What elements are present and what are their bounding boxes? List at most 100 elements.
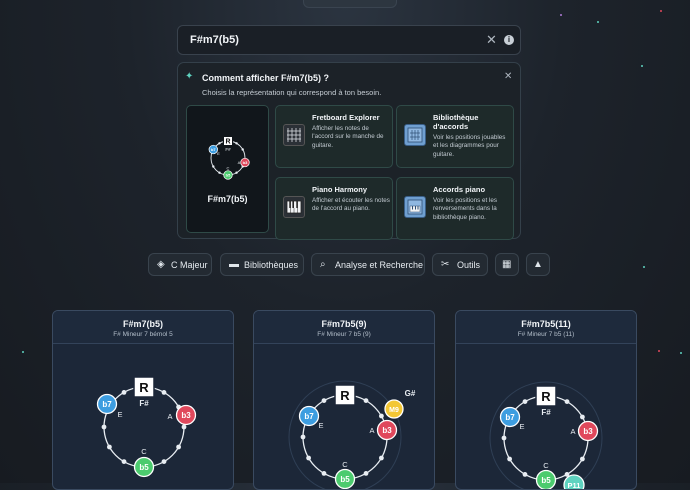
libraries-label: Bibliothèques [244,260,299,270]
svg-text:b5: b5 [541,476,551,485]
root-note: F# [139,399,149,408]
chord-card-header: F#m7(b5) F# Mineur 7 bémol 5 [53,311,233,344]
svg-text:b3: b3 [583,427,593,436]
b3-note: A [167,412,172,421]
star-dot [643,266,645,268]
star-dot [641,65,643,67]
chord-preview-label: F#m7(b5) [207,194,248,204]
svg-text:C: C [227,166,230,171]
layers-icon: ◈ [157,259,165,270]
search-icon: ⌕ [320,259,326,270]
option-title: Accords piano [433,185,486,194]
chord-card[interactable]: F#m7b5(9) F# Mineur 7 b5 (9) R b7 E M9 G… [253,310,435,490]
svg-text:R: R [340,388,350,403]
fretboard-icon [283,124,305,146]
svg-text:C: C [342,460,348,469]
top-tab [303,0,397,8]
analysis-search-button[interactable]: ⌕ Analyse et Recherche [311,253,425,276]
chord-card-header: F#m7b5(11) F# Mineur 7 b5 (11) [456,311,636,344]
svg-text:F#: F# [225,147,231,152]
b5-note: C [141,447,147,456]
svg-text:R: R [541,389,551,404]
display-suggestion-panel: ✦ Comment afficher F#m7(b5) ? Choisis la… [177,62,521,240]
b7-marker: b7 [102,400,112,409]
tools-label: Outils [457,260,481,270]
svg-text:P11: P11 [568,481,581,490]
svg-text:b5: b5 [226,173,231,178]
b5-marker: b5 [139,463,149,472]
option-description: Afficher et écouter les notes de l'accor… [312,197,390,213]
svg-text:b7: b7 [211,147,216,152]
star-dot [660,10,662,12]
learn-button[interactable]: ▲ [526,253,550,276]
chord-card-subtitle: F# Mineur 7 b5 (11) [517,331,575,338]
option-fretboard-explorer[interactable]: Fretboard Explorer Afficher les notes de… [275,105,393,168]
svg-text:b7: b7 [505,413,515,422]
star-dot [680,352,682,354]
chord-card-subtitle: F# Mineur 7 bémol 5 [113,331,173,338]
close-icon[interactable]: ✕ [504,71,512,82]
chord-search-input[interactable]: F#m7(b5) ✕ i [177,25,521,55]
chord-card-subtitle: F# Mineur 7 b5 (9) [317,331,371,338]
option-title: Bibliothèque d'accords [433,113,479,131]
star-dot [22,351,24,353]
svg-text:b3: b3 [382,426,392,435]
chord-card[interactable]: F#m7(b5) F# Mineur 7 bémol 5 R F# b7 E b… [52,310,234,490]
svg-text:M9: M9 [389,407,399,414]
grid-icon: ▦ [502,259,512,270]
svg-text:E: E [519,422,524,431]
svg-text:b3: b3 [243,160,248,165]
key-label: C Majeur [171,260,208,270]
search-value: F#m7(b5) [190,34,239,46]
chord-card-header: F#m7b5(9) F# Mineur 7 b5 (9) [254,311,434,344]
option-description: Afficher les notes de l'accord sur le ma… [312,125,384,149]
svg-text:R: R [225,139,230,146]
chord-circle-diagram: R F# b7 E b3 A b5 C [96,376,197,478]
option-piano-harmony[interactable]: Piano Harmony Afficher et écouter les no… [275,177,393,240]
svg-text:C: C [543,461,549,470]
chord-circle-mini: R F# b7 E b3 A b5 C [208,136,250,180]
tools-button[interactable]: ✂ Outils [432,253,488,276]
info-icon[interactable]: i [504,35,514,45]
option-piano-chords[interactable]: Accords piano Voir les positions et les … [396,177,514,240]
panel-subtitle: Choisis la représentation qui correspond… [202,88,382,97]
svg-text:E: E [318,421,323,430]
svg-text:b7: b7 [304,412,314,421]
piano-icon [283,196,305,218]
tools-icon: ✂ [441,259,450,270]
chord-circle-diagram: R b7 E M9 G# b3 A b5 C [288,380,416,489]
chord-card-title: F#m7b5(11) [521,319,571,329]
svg-text:A: A [369,426,374,435]
option-title: Piano Harmony [312,185,368,194]
libraries-button[interactable]: ▬ Bibliothèques [220,253,304,276]
graduation-cap-icon: ▲ [533,259,543,270]
analysis-label: Analyse et Recherche [335,260,424,270]
star-dot [597,21,599,23]
star-dot [560,14,562,16]
panel-title: Comment afficher F#m7(b5) ? [202,73,330,83]
option-description: Voir les positions jouables et les diagr… [433,134,506,158]
b3-marker: b3 [181,411,191,420]
book-icon [404,196,426,218]
svg-text:G#: G# [405,389,416,398]
svg-text:A: A [238,160,241,165]
svg-text:E: E [217,151,220,156]
folder-icon: ▬ [229,259,239,270]
book-icon [404,124,426,146]
close-icon[interactable]: ✕ [486,32,497,48]
star-dot [658,350,660,352]
chord-preview-card[interactable]: R F# b7 E b3 A b5 C F#m7(b5) [186,105,269,233]
option-title: Fretboard Explorer [312,113,380,122]
chord-circle-diagram: R F# b7 E b3 A b5 C P11 [489,381,603,490]
key-selector-button[interactable]: ◈ C Majeur [148,253,212,276]
sparkle-icon: ✦ [185,71,194,82]
root-marker: R [139,380,149,395]
chord-card[interactable]: F#m7b5(11) F# Mineur 7 b5 (11) R F# b7 E… [455,310,637,490]
chord-card-title: F#m7b5(9) [321,319,367,329]
option-chord-library[interactable]: Bibliothèque d'accords Voir les position… [396,105,514,168]
chord-card-title: F#m7(b5) [122,319,163,329]
grid-view-button[interactable]: ▦ [495,253,519,276]
svg-text:A: A [570,427,575,436]
b7-note: E [117,410,122,419]
option-description: Voir les positions et les renversements … [433,197,498,221]
